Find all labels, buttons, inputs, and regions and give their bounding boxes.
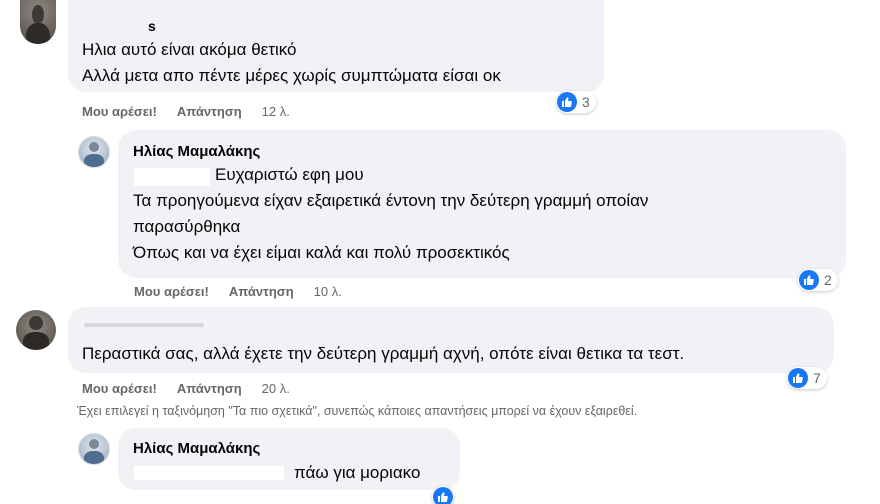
reaction-count-value: 7 (813, 370, 821, 386)
comment-timestamp[interactable]: 10 λ. (314, 284, 342, 299)
comment-author[interactable]: s (148, 18, 156, 34)
like-button[interactable]: Μου αρέσει! (82, 104, 157, 119)
like-reaction-icon (557, 92, 577, 112)
comment-author[interactable]: Ηλίας Μαμαλάκης (133, 440, 260, 457)
comment-actions: Μου αρέσει! Απάντηση 12 λ. (82, 104, 310, 119)
reply-button[interactable]: Απάντηση (229, 284, 294, 299)
comment-actions: Μου αρέσει! Απάντηση 20 λ. (82, 381, 310, 396)
avatar[interactable] (20, 0, 56, 44)
comment-text-line: πάω για μοριακο (294, 463, 421, 482)
like-button[interactable]: Μου αρέσει! (134, 284, 209, 299)
reply-button[interactable]: Απάντηση (177, 104, 242, 119)
like-button[interactable]: Μου αρέσει! (82, 381, 157, 396)
like-reaction-icon (788, 368, 808, 388)
reaction-count[interactable]: 2 (798, 269, 838, 291)
redacted-name (134, 168, 210, 186)
comment-text-line: Όπως και να έχει είμαι καλά και πολύ προ… (133, 243, 510, 262)
avatar[interactable] (16, 310, 56, 350)
like-reaction-icon (433, 487, 453, 504)
reaction-count-value: 3 (582, 94, 590, 110)
avatar[interactable] (78, 433, 110, 465)
avatar[interactable] (78, 136, 110, 168)
reply-button[interactable]: Απάντηση (177, 381, 242, 396)
comment-text-line: Ευχαριστώ εφη μου (215, 165, 364, 184)
comment-text-line: παρασύρθηκα (133, 217, 241, 236)
comment-text-line: Ηλια αυτό είναι ακόμα θετικό (82, 40, 297, 59)
comment-text-line: Τα προηγούμενα είχαν εξαιρετικά έντονη τ… (133, 191, 649, 210)
reaction-count-value: 2 (824, 272, 832, 288)
sort-notice: Έχει επιλεγεί η ταξινόμηση "Τα πιο σχετι… (77, 404, 638, 418)
comment-author[interactable]: Ηλίας Μαμαλάκης (133, 143, 260, 160)
comment-actions: Μου αρέσει! Απάντηση 10 λ. (134, 284, 362, 299)
reaction-count[interactable]: 3 (556, 91, 596, 113)
redacted-name (132, 462, 292, 482)
reaction-count[interactable] (432, 486, 454, 504)
comment-timestamp[interactable]: 20 λ. (262, 381, 290, 396)
comment-text-line: Περαστικά σας, αλλά έχετε την δεύτερη γρ… (82, 344, 685, 363)
reaction-count[interactable]: 7 (787, 367, 827, 389)
redacted-name (78, 313, 218, 329)
comment-timestamp[interactable]: 12 λ. (262, 104, 290, 119)
comment-text-line: Αλλά μετα απο πέντε μέρες χωρίς συμπτώμα… (82, 66, 501, 85)
like-reaction-icon (799, 270, 819, 290)
